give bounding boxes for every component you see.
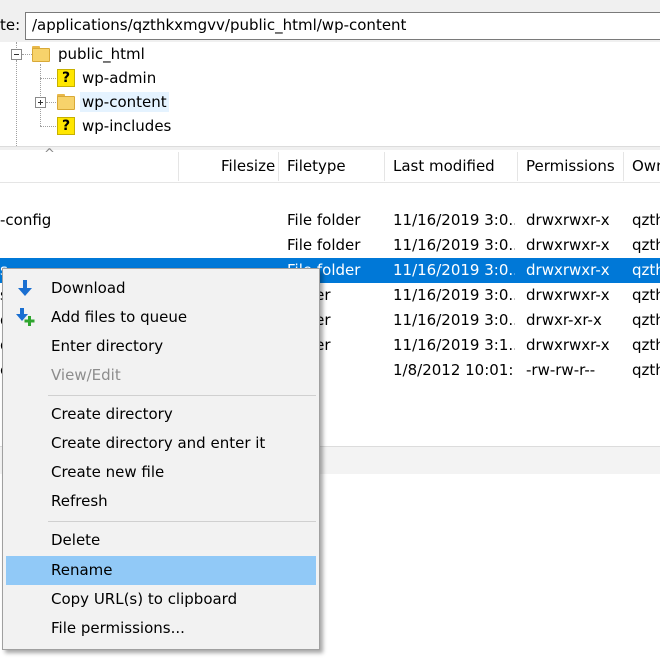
column-header-filetype[interactable]: Filetype xyxy=(287,150,382,183)
menu-item-label: Download xyxy=(51,279,126,297)
menu-item-label: Refresh xyxy=(51,492,108,510)
file-name-cell: -config xyxy=(0,211,52,229)
menu-item-label: Create new file xyxy=(51,463,165,481)
download-arrow-icon xyxy=(18,280,32,296)
ftp-client-window: te: /applications/qzthkxmgvv/public_html… xyxy=(0,0,660,660)
menu-item-label: Add files to queue xyxy=(51,308,188,326)
menu-item-add-to-queue[interactable]: Add files to queue xyxy=(6,303,316,332)
file-modified-cell: 11/16/2019 3:0... xyxy=(393,286,515,304)
remote-directory-tree: public_html ? wp-admin wp-content ? wp-i… xyxy=(0,42,660,146)
table-row[interactable]: -config File folder 11/16/2019 3:0... drwxr… xyxy=(0,208,660,233)
menu-separator xyxy=(48,521,316,522)
sort-indicator-icon: ^ xyxy=(44,147,55,162)
file-permissions-cell: drwxrwxr-x xyxy=(526,261,610,279)
menu-item-create-new-file[interactable]: Create new file xyxy=(6,458,316,487)
menu-item-create-directory[interactable]: Create directory xyxy=(6,400,316,429)
file-modified-cell: 11/16/2019 3:0... xyxy=(393,211,515,229)
menu-item-label: Create directory xyxy=(51,405,173,423)
table-row[interactable]: File folder 11/16/2019 3:0... drwxrwxr-x qz… xyxy=(0,233,660,258)
file-name-cell xyxy=(0,233,175,258)
column-separator xyxy=(178,152,179,181)
file-permissions-cell: drwxrwxr-x xyxy=(526,236,610,254)
menu-item-file-permissions[interactable]: File permissions... xyxy=(6,614,316,643)
column-header-filesize[interactable]: Filesize xyxy=(221,150,277,183)
add-to-queue-icon xyxy=(16,308,35,326)
tree-guide-line xyxy=(16,60,17,146)
tree-item-wp-includes[interactable]: wp-includes xyxy=(80,116,173,136)
menu-item-view-edit: View/Edit xyxy=(6,361,316,390)
file-owner-cell: qzth xyxy=(632,261,660,279)
file-owner-cell: qzth xyxy=(632,336,660,354)
tree-guide-line xyxy=(46,102,56,103)
folder-icon xyxy=(32,46,50,62)
file-owner-cell: qzth xyxy=(632,361,660,379)
menu-item-label: Rename xyxy=(51,561,113,579)
file-permissions-cell: drwxrwxr-x xyxy=(526,211,610,229)
column-separator xyxy=(278,152,279,181)
file-permissions-cell: drwxr-xr-x xyxy=(526,311,602,329)
tree-item-wp-content[interactable]: wp-content xyxy=(80,92,169,112)
unknown-folder-icon: ? xyxy=(57,69,75,87)
file-modified-cell: 11/16/2019 3:1... xyxy=(393,336,515,354)
column-header-bar: ^ Filesize Filetype Last modified Permis… xyxy=(0,147,660,183)
column-header-last-modified[interactable]: Last modified xyxy=(393,150,515,183)
file-modified-cell: 11/16/2019 3:0... xyxy=(393,236,515,254)
menu-item-rename[interactable]: Rename xyxy=(6,556,316,585)
file-modified-cell: 11/16/2019 3:0... xyxy=(393,261,515,279)
column-header-owner[interactable]: Own xyxy=(632,150,660,183)
column-separator xyxy=(623,152,624,181)
file-owner-cell: qzth xyxy=(632,286,660,304)
menu-separator xyxy=(48,395,316,396)
tree-item-wp-admin[interactable]: wp-admin xyxy=(80,68,158,88)
file-permissions-cell: -rw-rw-r-- xyxy=(526,361,596,379)
menu-item-label: Create directory and enter it xyxy=(51,434,266,452)
menu-item-refresh[interactable]: Refresh xyxy=(6,487,316,516)
context-menu: Download Add files to queue Enter direct… xyxy=(2,268,320,650)
menu-item-create-directory-and-enter[interactable]: Create directory and enter it xyxy=(6,429,316,458)
menu-item-enter-directory[interactable]: Enter directory xyxy=(6,332,316,361)
column-separator xyxy=(384,152,385,181)
menu-item-delete[interactable]: Delete xyxy=(6,526,316,555)
remote-path-input[interactable]: /applications/qzthkxmgvv/public_html/wp-… xyxy=(25,12,660,40)
menu-item-download[interactable]: Download xyxy=(6,274,316,303)
file-type-cell: File folder xyxy=(287,236,361,254)
folder-icon xyxy=(57,94,75,110)
remote-site-bar: te: /applications/qzthkxmgvv/public_html… xyxy=(0,0,660,42)
tree-collapse-toggle[interactable] xyxy=(11,49,22,60)
column-separator xyxy=(517,152,518,181)
unknown-folder-icon: ? xyxy=(57,117,75,135)
file-owner-cell: qzth xyxy=(632,311,660,329)
file-type-cell: File folder xyxy=(287,211,361,229)
file-owner-cell: qzth xyxy=(632,211,660,229)
tree-item-public-html[interactable]: public_html xyxy=(56,44,147,64)
menu-item-label: Enter directory xyxy=(51,337,164,355)
file-modified-cell: 11/16/2019 3:0... xyxy=(393,311,515,329)
menu-item-label: View/Edit xyxy=(51,366,121,384)
menu-item-label: File permissions... xyxy=(51,619,185,637)
file-permissions-cell: drwxrwxr-x xyxy=(526,286,610,304)
menu-item-label: Copy URL(s) to clipboard xyxy=(51,590,238,608)
tree-guide-line xyxy=(40,64,41,126)
file-owner-cell: qzth xyxy=(632,236,660,254)
tree-guide-line xyxy=(22,54,32,55)
remote-site-label: te: xyxy=(0,16,21,34)
column-header-permissions[interactable]: Permissions xyxy=(526,150,622,183)
file-modified-cell: 1/8/2012 10:01:... xyxy=(393,361,515,379)
file-permissions-cell: drwxrwxr-x xyxy=(526,336,610,354)
tree-guide-line xyxy=(40,126,56,127)
menu-item-label: Delete xyxy=(51,531,101,549)
tree-guide-line xyxy=(40,78,56,79)
tree-expand-toggle[interactable] xyxy=(35,97,46,108)
menu-item-copy-url[interactable]: Copy URL(s) to clipboard xyxy=(6,585,316,614)
